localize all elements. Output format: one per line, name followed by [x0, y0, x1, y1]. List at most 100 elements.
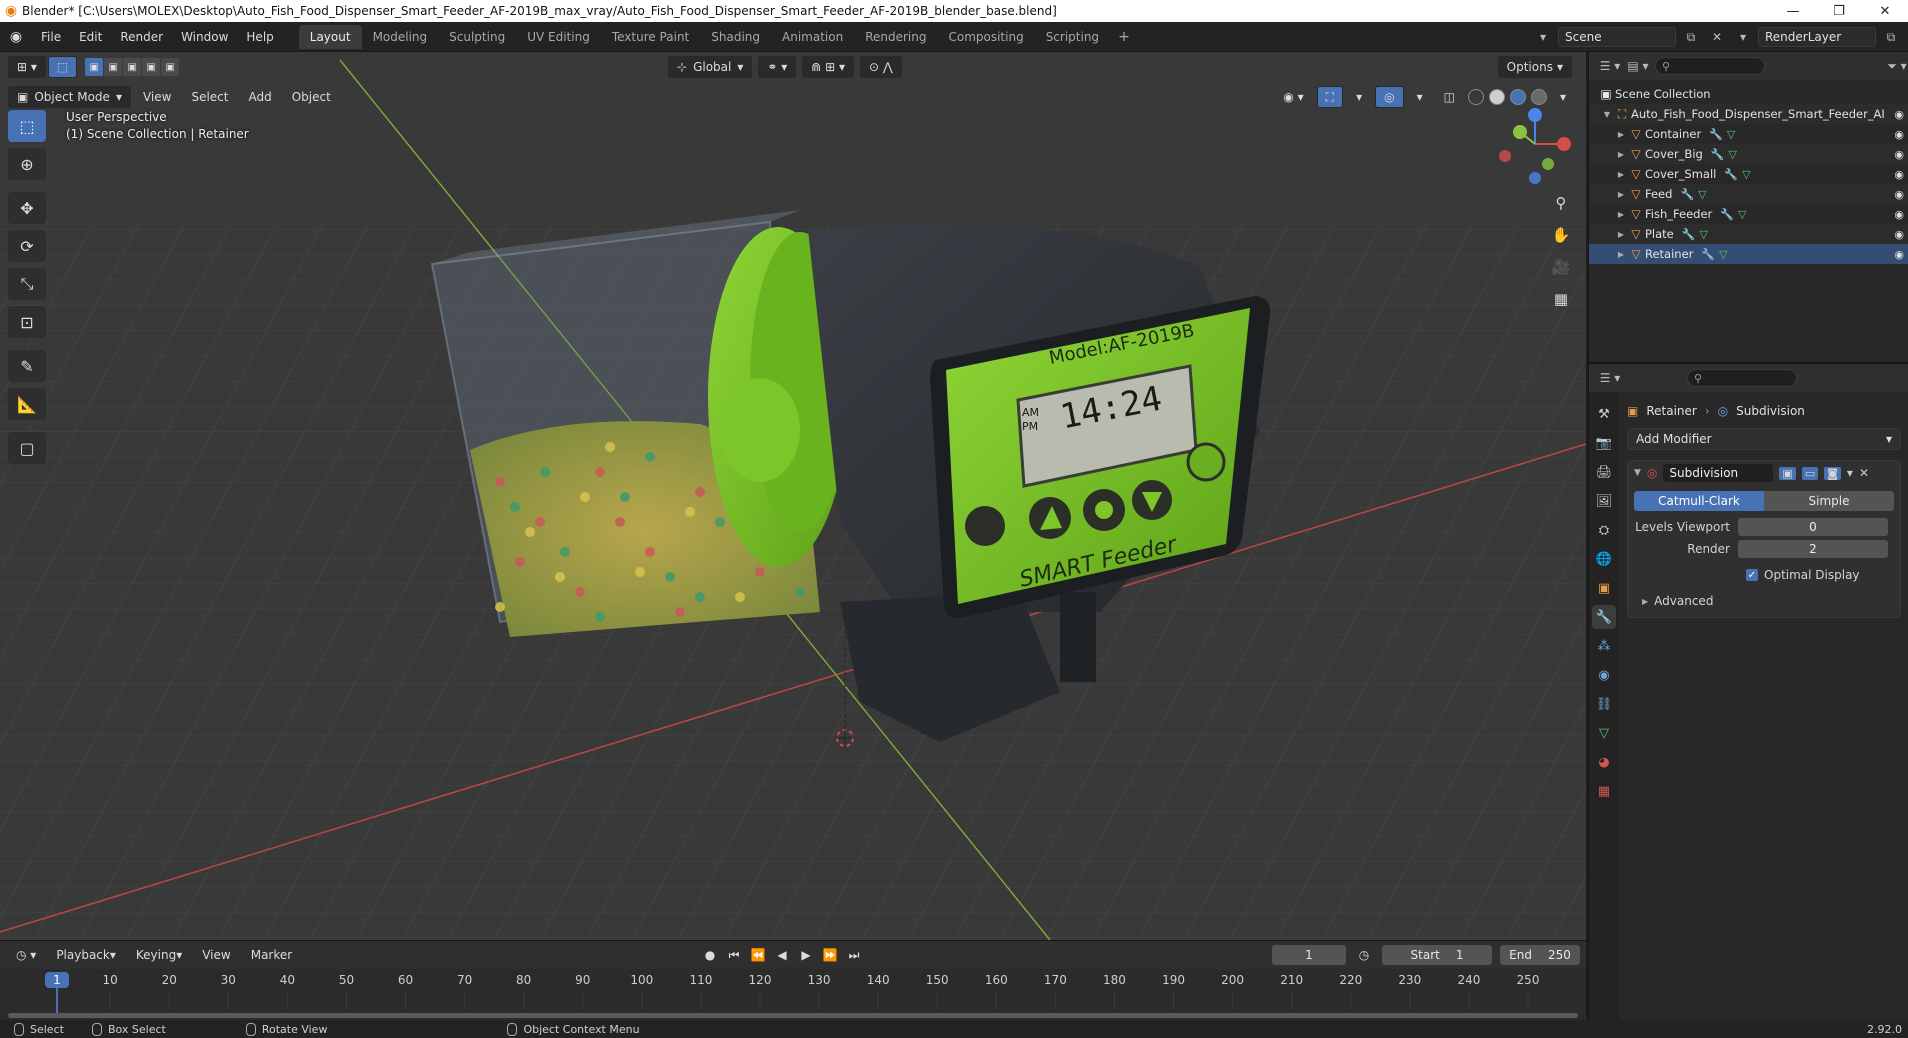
menu-timeline-view[interactable]: View [194, 944, 238, 966]
snap-toggle[interactable]: ⋒ ⊞ ▾ [802, 56, 855, 78]
orientation-dropdown[interactable]: ⊹ Global ▾ [668, 56, 753, 78]
eye-icon[interactable]: ◉ [1894, 228, 1904, 241]
record-icon[interactable]: ● [700, 945, 720, 965]
play-icon[interactable]: ▶ [796, 945, 816, 965]
object-data-tab-icon[interactable]: ▽ [1592, 721, 1616, 745]
expand-arrow-icon[interactable]: ▶ [1615, 130, 1627, 139]
select-intersect-icon[interactable]: ▣ [161, 58, 180, 76]
add-cube-tool-icon[interactable]: ▢ [8, 432, 46, 464]
levels-viewport-field[interactable]: 0 [1738, 518, 1888, 536]
add-modifier-dropdown[interactable]: Add Modifier ▾ [1627, 428, 1901, 450]
menu-marker[interactable]: Marker [243, 944, 300, 966]
editor-type-button[interactable]: ⊞ ▾ [8, 56, 46, 78]
view-layer-tab-icon[interactable]: 🖼 [1592, 489, 1616, 513]
proportional-edit-toggle[interactable]: ⊙ ⋀ [860, 56, 902, 78]
tab-rendering[interactable]: Rendering [854, 25, 937, 49]
expand-arrow-icon[interactable]: ▶ [1615, 190, 1627, 199]
modifier-tab-icon[interactable]: 🔧 [1592, 605, 1616, 629]
menu-window[interactable]: Window [172, 22, 237, 52]
mesh-data-icon[interactable]: ▽ [1738, 208, 1746, 221]
outliner-search-input[interactable]: ⚲ [1655, 57, 1765, 75]
select-new-icon[interactable]: ▣ [85, 58, 104, 76]
solid-shading-icon[interactable] [1488, 89, 1505, 105]
expand-arrow-icon[interactable]: ▶ [1615, 150, 1627, 159]
pivot-dropdown[interactable]: ⚭ ▾ [758, 56, 797, 78]
ortho-grid-icon[interactable]: ▦ [1546, 286, 1576, 312]
modifier-wrench-icon[interactable]: 🔧 [1709, 128, 1723, 141]
tab-compositing[interactable]: Compositing [937, 25, 1034, 49]
jump-end-icon[interactable]: ⏭ [844, 945, 864, 965]
new-view-layer-icon[interactable]: ⧉ [1880, 27, 1902, 47]
camera-view-icon[interactable]: 🎥 [1546, 254, 1576, 280]
menu-select[interactable]: Select [183, 86, 236, 108]
render-levels-field[interactable]: 2 [1738, 540, 1888, 558]
expand-arrow-icon[interactable]: ▶ [1615, 250, 1627, 259]
expand-arrow-icon[interactable]: ▶ [1615, 170, 1627, 179]
tab-animation[interactable]: Animation [771, 25, 854, 49]
scale-tool-icon[interactable]: ⤡ [8, 268, 46, 300]
outliner-item-plate[interactable]: ▶ ▽ Plate 🔧 ▽ ◉ [1589, 224, 1908, 244]
material-shading-icon[interactable] [1509, 89, 1526, 105]
cursor-tool-icon[interactable]: ⊕ [8, 148, 46, 180]
clock-icon[interactable]: ◷ [1354, 945, 1374, 965]
modifier-wrench-icon[interactable]: 🔧 [1701, 248, 1715, 261]
pan-hand-icon[interactable]: ✋ [1546, 222, 1576, 248]
rotate-tool-icon[interactable]: ⟳ [8, 230, 46, 262]
measure-tool-icon[interactable]: 📐 [8, 388, 46, 420]
minimize-button[interactable]: — [1770, 0, 1816, 22]
texture-tab-icon[interactable]: ▦ [1592, 779, 1616, 803]
shading-dropdown-icon[interactable]: ▾ [1552, 86, 1574, 108]
tab-sculpting[interactable]: Sculpting [438, 25, 516, 49]
modifier-wrench-icon[interactable]: 🔧 [1720, 208, 1734, 221]
catmull-clark-button[interactable]: Catmull-Clark [1634, 491, 1764, 511]
world-tab-icon[interactable]: 🌐 [1592, 547, 1616, 571]
physics-tab-icon[interactable]: ◉ [1592, 663, 1616, 687]
particles-tab-icon[interactable]: ⁂ [1592, 634, 1616, 658]
gizmo-toggle-icon[interactable]: ⛶ [1316, 86, 1344, 108]
play-reverse-icon[interactable]: ◀ [772, 945, 792, 965]
overlay-toggle-icon[interactable]: ◎ [1375, 86, 1404, 108]
outliner-scene-collection[interactable]: ▣ Scene Collection [1589, 84, 1908, 104]
modifier-wrench-icon[interactable]: 🔧 [1680, 188, 1694, 201]
overlay-dropdown-icon[interactable]: ▾ [1409, 86, 1431, 108]
eye-icon[interactable]: ◉ [1894, 128, 1904, 141]
zoom-icon[interactable]: ⚲ [1546, 190, 1576, 216]
scene-field[interactable]: Scene [1558, 27, 1676, 47]
menu-view[interactable]: View [135, 86, 179, 108]
object-mode-dropdown[interactable]: ▣ Object Mode ▾ [8, 86, 131, 108]
gizmo-dropdown-icon[interactable]: ▾ [1348, 86, 1370, 108]
mesh-data-icon[interactable]: ▽ [1727, 128, 1735, 141]
expand-arrow-icon[interactable]: ▼ [1601, 110, 1613, 119]
eye-icon[interactable]: ◉ [1894, 248, 1904, 261]
mesh-data-icon[interactable]: ▽ [1729, 148, 1737, 161]
tab-texture-paint[interactable]: Texture Paint [601, 25, 700, 49]
select-subtract-icon[interactable]: ▣ [123, 58, 142, 76]
advanced-subpanel[interactable]: ▶ Advanced [1628, 591, 1900, 611]
rendered-shading-icon[interactable] [1530, 89, 1547, 105]
outliner-item-cover-big[interactable]: ▶ ▽ Cover_Big 🔧 ▽ ◉ [1589, 144, 1908, 164]
frame-ruler[interactable]: 1 10 20 30 40 50 60 70 80 90 100 110 120 130 140 150 160… [0, 969, 1586, 1021]
tweak-tool-button[interactable]: ⬚ [47, 56, 78, 78]
collapse-arrow-icon[interactable]: ▼ [1634, 468, 1641, 478]
menu-playback[interactable]: Playback ▾ [48, 944, 124, 966]
edit-mode-toggle-icon[interactable]: ▣ [1779, 466, 1796, 480]
3d-viewport[interactable]: Model:AF-2019B 14:24 AM PM SMART Feeder … [0, 52, 1586, 940]
modifier-wrench-icon[interactable]: 🔧 [1711, 148, 1725, 161]
next-keyframe-icon[interactable]: ⏩ [820, 945, 840, 965]
timeline-editor-type-icon[interactable]: ◷ ▾ [8, 944, 44, 966]
menu-help[interactable]: Help [237, 22, 282, 52]
options-dropdown[interactable]: Options ▾ [1497, 56, 1572, 78]
modifier-wrench-icon[interactable]: 🔧 [1682, 228, 1696, 241]
outliner-collection[interactable]: ▼ ⛶ Auto_Fish_Food_Dispenser_Smart_Feede… [1589, 104, 1908, 124]
select-invert-icon[interactable]: ▣ [142, 58, 161, 76]
eye-icon[interactable]: ◉ [1894, 148, 1904, 161]
jump-start-icon[interactable]: ⏮ [724, 945, 744, 965]
outliner-item-retainer[interactable]: ▶ ▽ Retainer 🔧 ▽ ◉ [1589, 244, 1908, 264]
modifier-menu-icon[interactable]: ▾ [1847, 466, 1853, 480]
annotate-tool-icon[interactable]: ✎ [8, 350, 46, 382]
select-box-tool-icon[interactable]: ⬚ [8, 110, 46, 142]
tool-tab-icon[interactable]: ⚒ [1592, 402, 1616, 426]
select-extend-icon[interactable]: ▣ [104, 58, 123, 76]
tab-uv-editing[interactable]: UV Editing [516, 25, 601, 49]
material-tab-icon[interactable]: ◕ [1592, 750, 1616, 774]
